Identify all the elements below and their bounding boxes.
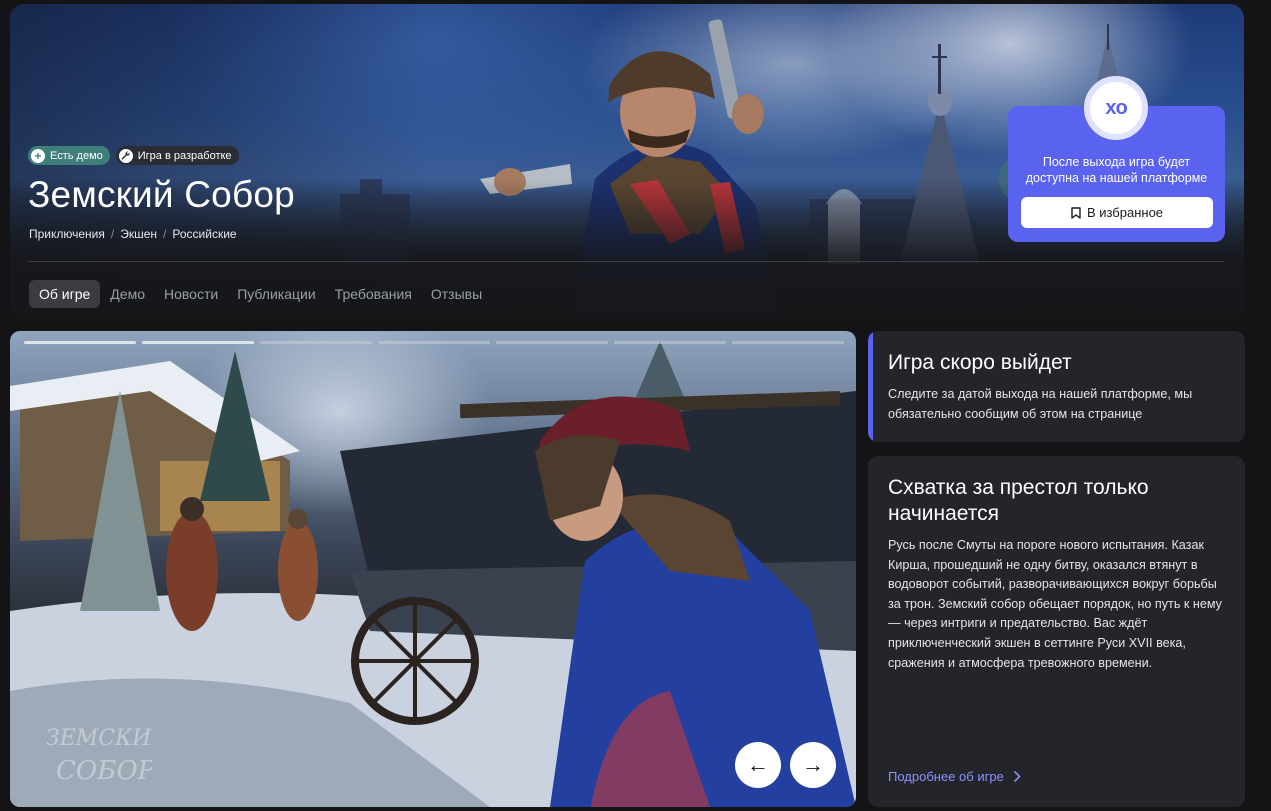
read-more-label: Подробнее об игре	[888, 769, 1004, 784]
slide-indicator[interactable]	[24, 341, 136, 344]
badge-label: Есть демо	[50, 149, 103, 162]
slide-indicator[interactable]	[378, 341, 490, 344]
coming-soon-title: Игра скоро выйдет	[888, 351, 1072, 374]
gallery-prev-button[interactable]: ←	[735, 742, 781, 788]
release-notify-text: После выхода игра будет доступна на наше…	[1025, 155, 1208, 185]
hero-divider	[28, 261, 1224, 262]
genre-tag[interactable]: Российские	[172, 227, 236, 241]
demo-available-badge[interactable]: + Есть демо	[28, 146, 110, 165]
slide-indicator[interactable]	[614, 341, 726, 344]
platform-logo: xo	[1084, 76, 1148, 140]
arrow-right-icon: →	[802, 752, 824, 777]
tab-demo[interactable]: Демо	[101, 280, 154, 308]
slide-progress	[24, 341, 844, 344]
read-more-link[interactable]: Подробнее об игре	[888, 769, 1021, 784]
favorites-label: В избранное	[1086, 205, 1164, 220]
plus-icon: +	[31, 148, 45, 163]
slide-indicator[interactable]	[260, 341, 372, 344]
wrench-icon	[118, 148, 133, 163]
accent-bar	[868, 331, 873, 442]
slide-indicator[interactable]	[142, 341, 254, 344]
genre-tag[interactable]: Экшен	[120, 227, 157, 241]
genre-separator: /	[163, 227, 167, 241]
tab-publications[interactable]: Публикации	[228, 280, 324, 308]
tab-news[interactable]: Новости	[155, 280, 227, 308]
game-tabs: Об игре Демо Новости Публикации Требован…	[29, 280, 492, 308]
gallery-next-button[interactable]: →	[790, 742, 836, 788]
tab-requirements[interactable]: Требования	[326, 280, 421, 308]
game-badges: + Есть демо Игра в разработке	[28, 146, 239, 165]
watermark-line-2: СОБОР	[56, 756, 152, 786]
description-title: Схватка за престол только начинается	[888, 476, 1149, 525]
genre-tag[interactable]: Приключения	[29, 227, 105, 241]
genre-separator: /	[110, 227, 115, 241]
badge-label: Игра в разработке	[137, 149, 232, 162]
slide-indicator[interactable]	[496, 341, 608, 344]
game-logo-watermark: ЗЕМСКИЙ СОБОР	[46, 723, 152, 786]
in-development-badge: Игра в разработке	[115, 146, 239, 165]
game-title: Земский Собор	[28, 174, 295, 215]
description-text: Русь после Смуты на пороге нового испыта…	[888, 538, 1222, 670]
coming-soon-text: Следите за датой выхода на нашей платфор…	[888, 387, 1193, 421]
add-to-favorites-button[interactable]: В избранное	[1021, 197, 1213, 228]
slide-indicator[interactable]	[732, 341, 844, 344]
chevron-right-icon	[1013, 771, 1021, 782]
tab-reviews[interactable]: Отзывы	[422, 280, 491, 308]
tab-about[interactable]: Об игре	[29, 280, 101, 308]
screenshot-gallery[interactable]: ЗЕМСКИЙ СОБОР ← →	[10, 331, 856, 807]
watermark-line-1: ЗЕМСКИЙ	[46, 723, 152, 751]
coming-soon-card: Игра скоро выйдет Следите за датой выход…	[868, 331, 1245, 442]
game-description-card: Схватка за престол только начинается Рус…	[868, 456, 1245, 807]
arrow-left-icon: ←	[747, 752, 769, 777]
bookmark-icon	[1071, 206, 1081, 219]
genre-breadcrumb: Приключения / Экшен / Российские	[29, 227, 237, 241]
